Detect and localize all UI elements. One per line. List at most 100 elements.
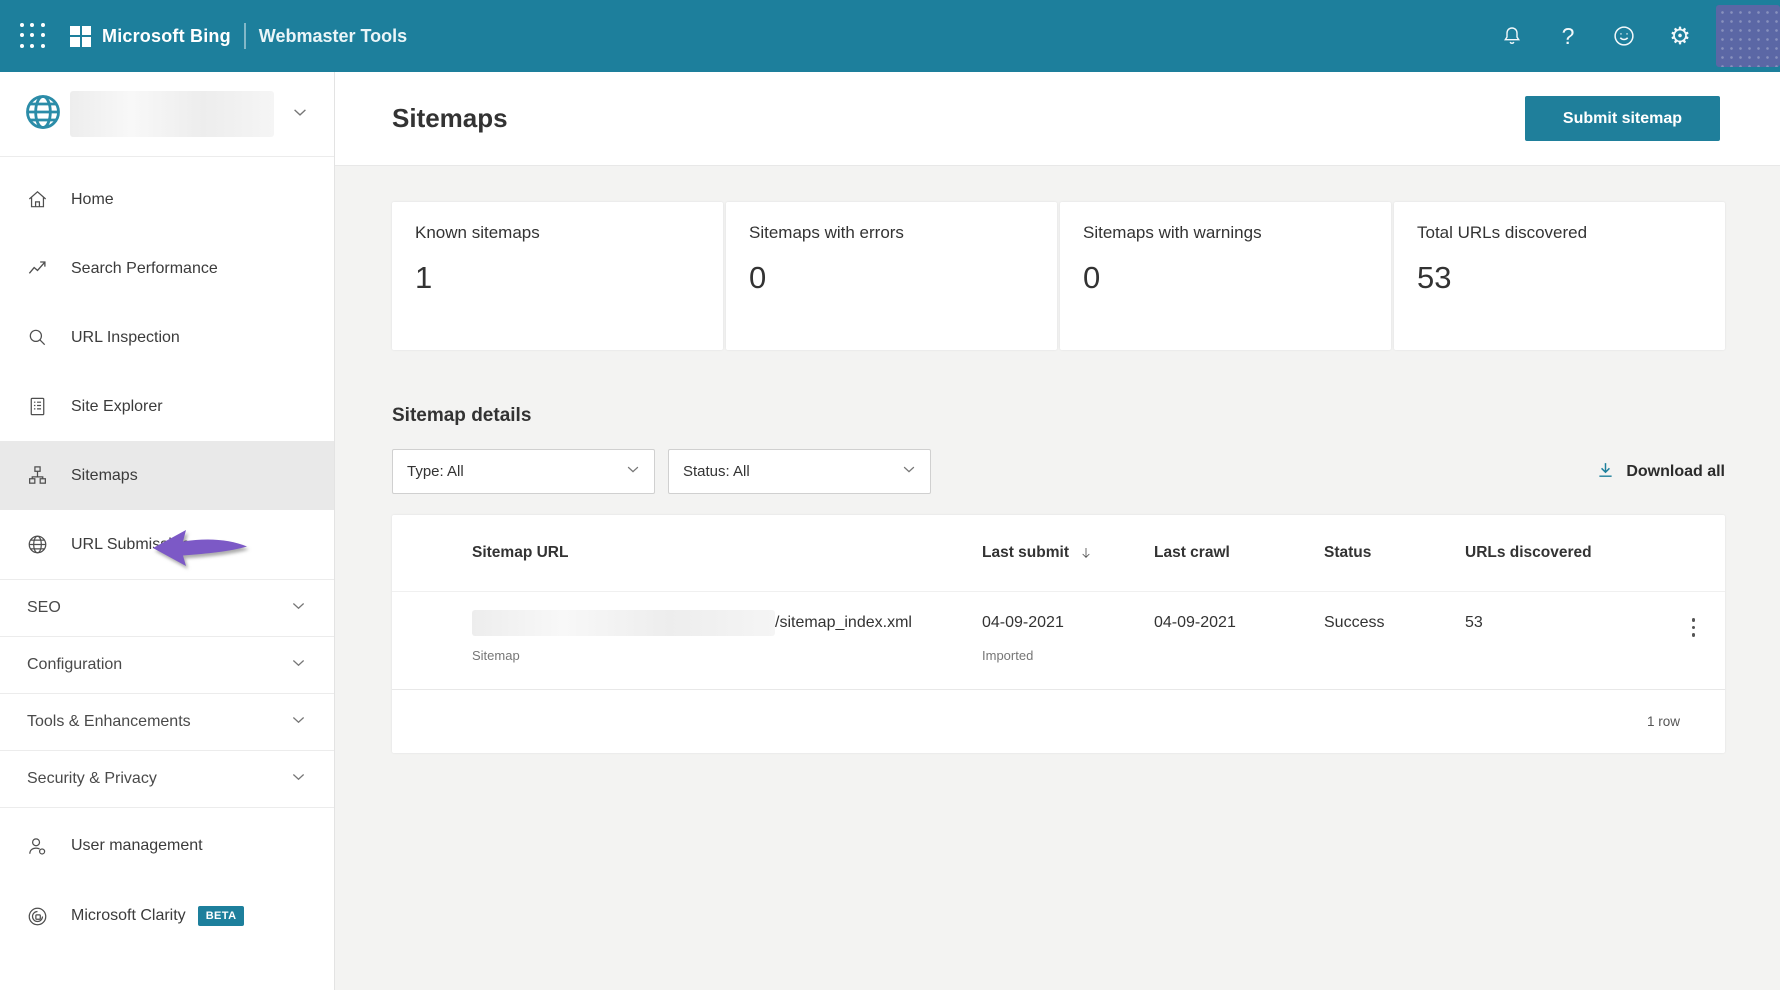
help-icon[interactable]: ? bbox=[1540, 0, 1596, 72]
status-filter-dropdown[interactable]: Status: All bbox=[668, 449, 931, 494]
section-label: Security & Privacy bbox=[27, 770, 157, 787]
stat-value: 0 bbox=[749, 260, 767, 295]
smiley-feedback-icon[interactable] bbox=[1596, 0, 1652, 72]
sidebar-item-label: Search Performance bbox=[71, 259, 218, 277]
sidebar-item-label: URL Submission bbox=[71, 535, 190, 553]
cell-last-submit: 04-09-2021 Imported bbox=[982, 610, 1154, 663]
site-globe-icon bbox=[23, 92, 63, 137]
content-area: Known sitemaps 1 Sitemaps with errors 0 … bbox=[335, 202, 1780, 753]
sidebar-item-user-management[interactable]: User management bbox=[0, 811, 334, 881]
sidebar-item-url-inspection[interactable]: URL Inspection bbox=[0, 303, 334, 372]
sidebar-sections: SEO Configuration Tools & Enhancements S… bbox=[0, 579, 334, 808]
filter-row: Type: All Status: All Download all bbox=[392, 449, 1725, 494]
chevron-down-icon bbox=[289, 767, 308, 791]
microsoft-logo-icon bbox=[70, 25, 91, 47]
chevron-down-icon bbox=[624, 460, 642, 483]
sidebar-section-seo[interactable]: SEO bbox=[0, 580, 334, 637]
brand-divider bbox=[243, 23, 246, 49]
main-content: Sitemaps Submit sitemap Known sitemaps 1… bbox=[335, 72, 1780, 990]
column-header-last-crawl[interactable]: Last crawl bbox=[1154, 544, 1324, 562]
stat-card-total-urls-discovered: Total URLs discovered 53 bbox=[1394, 202, 1725, 350]
chevron-down-icon bbox=[289, 653, 308, 677]
column-header-urls-discovered[interactable]: URLs discovered bbox=[1465, 544, 1662, 562]
bing-webmaster-tools-app: Microsoft Bing Webmaster Tools ? ⚙ Home … bbox=[0, 0, 1780, 990]
site-name-redacted bbox=[70, 91, 274, 137]
sidebar-nav: Home Search Performance URL Inspection S… bbox=[0, 157, 334, 579]
table-header-row: Sitemap URL Last submit Last crawl Statu… bbox=[392, 515, 1725, 591]
site-selector[interactable] bbox=[0, 72, 334, 157]
cell-actions bbox=[1662, 610, 1725, 663]
sidebar-section-configuration[interactable]: Configuration bbox=[0, 637, 334, 694]
stat-card-sitemaps-with-warnings: Sitemaps with warnings 0 bbox=[1060, 202, 1391, 350]
beta-badge: BETA bbox=[197, 906, 245, 926]
sidebar-item-label: User management bbox=[71, 837, 203, 854]
sidebar-section-tools-enhancements[interactable]: Tools & Enhancements bbox=[0, 694, 334, 751]
url-suffix: /sitemap_index.xml bbox=[775, 614, 912, 631]
cell-last-crawl: 04-09-2021 bbox=[1154, 610, 1324, 663]
stat-card-known-sitemaps: Known sitemaps 1 bbox=[392, 202, 723, 350]
urls-discovered-value: 53 bbox=[1465, 614, 1483, 631]
chevron-down-icon bbox=[290, 102, 310, 127]
sidebar-footer-nav: User management Microsoft Clarity BETA bbox=[0, 808, 334, 951]
gear-icon[interactable]: ⚙ bbox=[1652, 0, 1708, 72]
cell-urls-discovered: 53 bbox=[1465, 610, 1662, 663]
stat-label: Sitemaps with errors bbox=[749, 223, 904, 242]
sidebar-section-security-privacy[interactable]: Security & Privacy bbox=[0, 751, 334, 808]
row-count: 1 row bbox=[1646, 714, 1680, 729]
sidebar-item-sitemaps[interactable]: Sitemaps bbox=[0, 441, 334, 510]
download-all-button[interactable]: Download all bbox=[1595, 460, 1725, 484]
download-all-label: Download all bbox=[1626, 462, 1725, 480]
stat-card-sitemaps-with-errors: Sitemaps with errors 0 bbox=[726, 202, 1057, 350]
table-footer: 1 row bbox=[392, 689, 1725, 753]
trend-up-icon bbox=[25, 257, 49, 280]
cell-status: Success bbox=[1324, 610, 1465, 663]
table-row[interactable]: /sitemap_index.xml Sitemap 04-09-2021 Im… bbox=[392, 591, 1725, 689]
sidebar-item-label: Site Explorer bbox=[71, 397, 163, 415]
column-header-label: Last submit bbox=[982, 544, 1069, 561]
globe-icon bbox=[25, 533, 49, 556]
type-filter-dropdown[interactable]: Type: All bbox=[392, 449, 655, 494]
stat-label: Sitemaps with warnings bbox=[1083, 223, 1262, 242]
column-header-sitemap-url[interactable]: Sitemap URL bbox=[392, 544, 982, 562]
sidebar-item-search-performance[interactable]: Search Performance bbox=[0, 234, 334, 303]
person-icon bbox=[25, 835, 49, 858]
waffle-menu-icon[interactable] bbox=[20, 23, 46, 49]
sidebar-item-site-explorer[interactable]: Site Explorer bbox=[0, 372, 334, 441]
stat-value: 1 bbox=[415, 260, 433, 295]
sidebar-item-label: Home bbox=[71, 190, 114, 208]
sidebar-item-url-submission[interactable]: URL Submission bbox=[0, 510, 334, 579]
avatar[interactable] bbox=[1716, 5, 1780, 67]
sidebar-item-label: Sitemaps bbox=[71, 466, 138, 484]
column-header-last-submit[interactable]: Last submit bbox=[982, 544, 1154, 562]
stat-value: 0 bbox=[1083, 260, 1101, 295]
sidebar-item-label: Microsoft Clarity bbox=[71, 907, 186, 924]
document-icon bbox=[25, 395, 49, 418]
sitemap-icon bbox=[25, 464, 49, 487]
page-titlebar: Sitemaps Submit sitemap bbox=[335, 72, 1780, 166]
sidebar-item-home[interactable]: Home bbox=[0, 165, 334, 234]
type-filter-value: Type: All bbox=[407, 463, 464, 480]
magnifier-icon bbox=[25, 326, 49, 349]
download-icon bbox=[1595, 460, 1616, 484]
brand-name: Microsoft Bing bbox=[102, 25, 231, 46]
submit-sitemap-button[interactable]: Submit sitemap bbox=[1525, 96, 1720, 141]
sitemaps-table: Sitemap URL Last submit Last crawl Statu… bbox=[392, 515, 1725, 753]
bell-icon[interactable] bbox=[1484, 0, 1540, 72]
clarity-icon bbox=[25, 905, 49, 928]
submit-note: Imported bbox=[982, 648, 1034, 663]
top-bar: Microsoft Bing Webmaster Tools ? ⚙ bbox=[0, 0, 1780, 72]
stats-cards: Known sitemaps 1 Sitemaps with errors 0 … bbox=[392, 202, 1725, 350]
stat-value: 53 bbox=[1417, 260, 1452, 295]
sidebar-item-label: URL Inspection bbox=[71, 328, 180, 346]
last-crawl-date: 04-09-2021 bbox=[1154, 614, 1236, 631]
product-name: Webmaster Tools bbox=[258, 25, 408, 46]
sidebar-item-microsoft-clarity[interactable]: Microsoft Clarity BETA bbox=[0, 881, 334, 951]
chevron-down-icon bbox=[289, 596, 308, 620]
kebab-menu-icon[interactable] bbox=[1691, 610, 1696, 644]
home-icon bbox=[25, 188, 49, 211]
status-filter-value: Status: All bbox=[683, 463, 750, 480]
chevron-down-icon bbox=[289, 710, 308, 734]
topbar-actions: ? ⚙ bbox=[1484, 0, 1780, 72]
status-value: Success bbox=[1324, 614, 1385, 631]
column-header-status[interactable]: Status bbox=[1324, 544, 1465, 562]
